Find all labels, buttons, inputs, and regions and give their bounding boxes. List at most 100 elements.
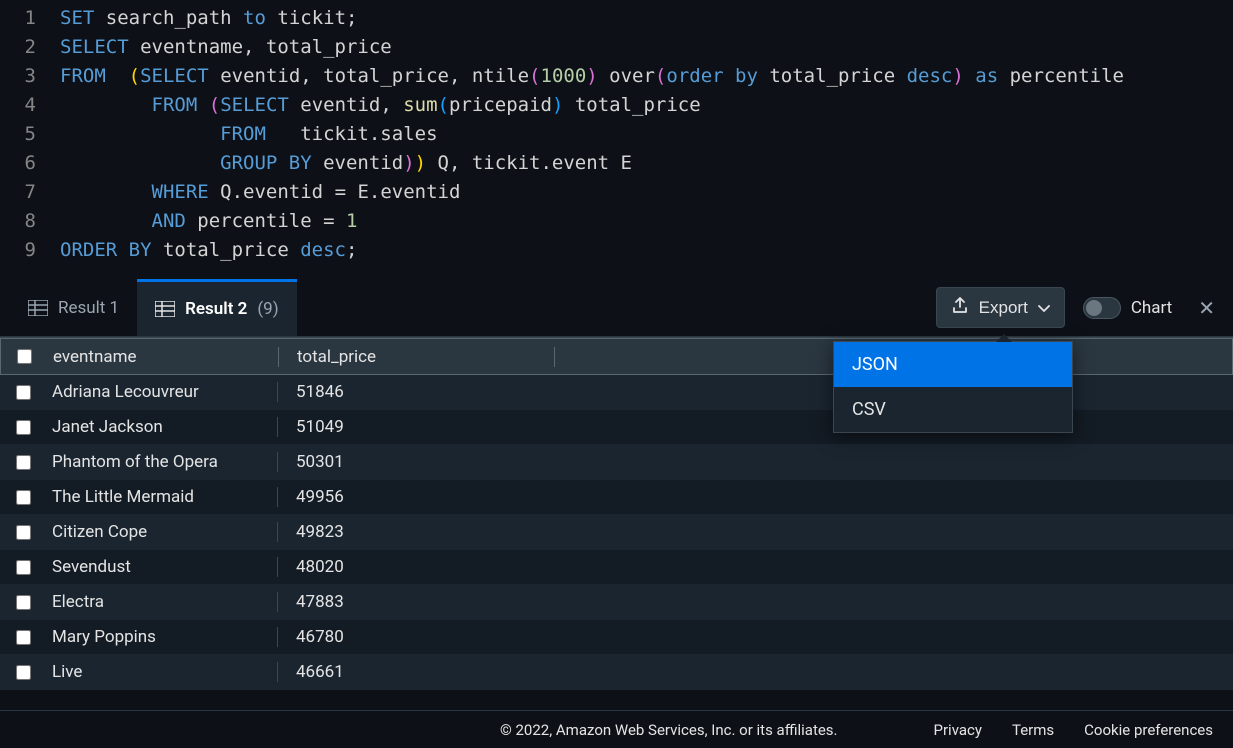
row-checkbox[interactable] bbox=[16, 385, 31, 400]
row-checkbox[interactable] bbox=[16, 630, 31, 645]
cell-eventname: Electra bbox=[46, 592, 278, 612]
cell-eventname: Phantom of the Opera bbox=[46, 452, 278, 472]
tab-result-2[interactable]: Result 2 (9) bbox=[137, 279, 297, 336]
row-check-cell bbox=[0, 630, 46, 645]
chevron-down-icon bbox=[1038, 298, 1050, 318]
row-check-cell bbox=[0, 595, 46, 610]
cell-total-price: 50301 bbox=[278, 452, 554, 472]
chart-label: Chart bbox=[1131, 298, 1172, 318]
cell-total-price: 46661 bbox=[278, 662, 554, 682]
result-count: (9) bbox=[257, 299, 278, 319]
code-line: 8 AND percentile = 1 bbox=[0, 207, 1233, 236]
code-content[interactable]: ORDER BY total_price desc; bbox=[60, 236, 1233, 265]
row-checkbox[interactable] bbox=[16, 525, 31, 540]
row-check-cell bbox=[0, 420, 46, 435]
row-check-cell bbox=[0, 455, 46, 470]
cell-total-price: 49956 bbox=[278, 487, 554, 507]
table-row[interactable]: Live46661 bbox=[0, 655, 1233, 690]
code-content[interactable]: FROM (SELECT eventid, total_price, ntile… bbox=[60, 62, 1233, 91]
results-actions: Export Chart ✕ JSON CSV bbox=[936, 287, 1223, 328]
line-number: 3 bbox=[0, 62, 60, 91]
line-number: 7 bbox=[0, 178, 60, 207]
table-row[interactable]: Citizen Cope49823 bbox=[0, 515, 1233, 550]
cell-total-price: 47883 bbox=[278, 592, 554, 612]
close-button[interactable]: ✕ bbox=[1190, 296, 1223, 320]
code-line: 2SELECT eventname, total_price bbox=[0, 33, 1233, 62]
code-line: 9ORDER BY total_price desc; bbox=[0, 236, 1233, 265]
row-check-cell bbox=[0, 665, 46, 680]
export-button[interactable]: Export bbox=[936, 287, 1065, 328]
row-check-cell bbox=[0, 490, 46, 505]
terms-link[interactable]: Terms bbox=[1012, 721, 1054, 739]
cell-eventname: Sevendust bbox=[46, 557, 278, 577]
code-content[interactable]: AND percentile = 1 bbox=[60, 207, 1233, 236]
table-row[interactable]: Phantom of the Opera50301 bbox=[0, 445, 1233, 480]
line-number: 6 bbox=[0, 149, 60, 178]
code-content[interactable]: WHERE Q.eventid = E.eventid bbox=[60, 178, 1233, 207]
line-number: 1 bbox=[0, 4, 60, 33]
cell-eventname: The Little Mermaid bbox=[46, 487, 278, 507]
tab-result-1[interactable]: Result 1 bbox=[10, 279, 137, 336]
col-total-price[interactable]: total_price bbox=[279, 347, 555, 367]
cell-eventname: Citizen Cope bbox=[46, 522, 278, 542]
export-json[interactable]: JSON bbox=[834, 342, 1072, 387]
cell-total-price: 51049 bbox=[278, 417, 554, 437]
table-row[interactable]: Sevendust48020 bbox=[0, 550, 1233, 585]
export-label: Export bbox=[979, 298, 1028, 318]
row-check-cell bbox=[0, 560, 46, 575]
code-content[interactable]: SELECT eventname, total_price bbox=[60, 33, 1233, 62]
cell-total-price: 48020 bbox=[278, 557, 554, 577]
row-checkbox[interactable] bbox=[16, 420, 31, 435]
line-number: 5 bbox=[0, 120, 60, 149]
cell-total-price: 46780 bbox=[278, 627, 554, 647]
row-checkbox[interactable] bbox=[16, 560, 31, 575]
code-line: 4 FROM (SELECT eventid, sum(pricepaid) t… bbox=[0, 91, 1233, 120]
code-line: 1SET search_path to tickit; bbox=[0, 4, 1233, 33]
chart-toggle-group: Chart bbox=[1083, 297, 1172, 319]
select-all-checkbox[interactable] bbox=[17, 349, 32, 364]
line-number: 8 bbox=[0, 207, 60, 236]
tab-label: Result 1 bbox=[58, 298, 119, 318]
privacy-link[interactable]: Privacy bbox=[934, 721, 982, 739]
line-number: 4 bbox=[0, 91, 60, 120]
row-checkbox[interactable] bbox=[16, 490, 31, 505]
tab-label: Result 2 bbox=[185, 299, 247, 319]
cell-eventname: Adriana Lecouvreur bbox=[46, 382, 278, 402]
row-check-cell bbox=[0, 525, 46, 540]
results-tab-bar: Result 1 Result 2 (9) Export Chart ✕ JSO… bbox=[0, 279, 1233, 337]
upload-icon bbox=[951, 296, 969, 319]
table-icon bbox=[28, 300, 48, 316]
code-content[interactable]: FROM (SELECT eventid, sum(pricepaid) tot… bbox=[60, 91, 1233, 120]
line-number: 9 bbox=[0, 236, 60, 265]
code-content[interactable]: SET search_path to tickit; bbox=[60, 4, 1233, 33]
cell-eventname: Janet Jackson bbox=[46, 417, 278, 437]
code-content[interactable]: GROUP BY eventid)) Q, tickit.event E bbox=[60, 149, 1233, 178]
col-eventname[interactable]: eventname bbox=[47, 347, 279, 367]
footer: © 2022, Amazon Web Services, Inc. or its… bbox=[0, 710, 1233, 748]
line-number: 2 bbox=[0, 33, 60, 62]
chart-toggle[interactable] bbox=[1083, 297, 1121, 319]
cell-eventname: Mary Poppins bbox=[46, 627, 278, 647]
cell-total-price: 51846 bbox=[278, 382, 554, 402]
cookie-preferences-link[interactable]: Cookie preferences bbox=[1084, 721, 1213, 739]
code-line: 7 WHERE Q.eventid = E.eventid bbox=[0, 178, 1233, 207]
code-line: 5 FROM tickit.sales bbox=[0, 120, 1233, 149]
table-row[interactable]: Electra47883 bbox=[0, 585, 1233, 620]
code-line: 6 GROUP BY eventid)) Q, tickit.event E bbox=[0, 149, 1233, 178]
row-checkbox[interactable] bbox=[16, 665, 31, 680]
row-checkbox[interactable] bbox=[16, 455, 31, 470]
table-icon bbox=[155, 301, 175, 317]
table-row[interactable]: The Little Mermaid49956 bbox=[0, 480, 1233, 515]
cell-total-price: 49823 bbox=[278, 522, 554, 542]
table-row[interactable]: Mary Poppins46780 bbox=[0, 620, 1233, 655]
row-check-cell bbox=[0, 385, 46, 400]
row-checkbox[interactable] bbox=[16, 595, 31, 610]
code-line: 3FROM (SELECT eventid, total_price, ntil… bbox=[0, 62, 1233, 91]
code-content[interactable]: FROM tickit.sales bbox=[60, 120, 1233, 149]
sql-editor[interactable]: 1SET search_path to tickit;2SELECT event… bbox=[0, 0, 1233, 269]
cell-eventname: Live bbox=[46, 662, 278, 682]
export-menu: JSON CSV bbox=[833, 341, 1073, 433]
select-all-cell bbox=[1, 349, 47, 364]
export-csv[interactable]: CSV bbox=[834, 387, 1072, 432]
copyright: © 2022, Amazon Web Services, Inc. or its… bbox=[500, 721, 838, 739]
